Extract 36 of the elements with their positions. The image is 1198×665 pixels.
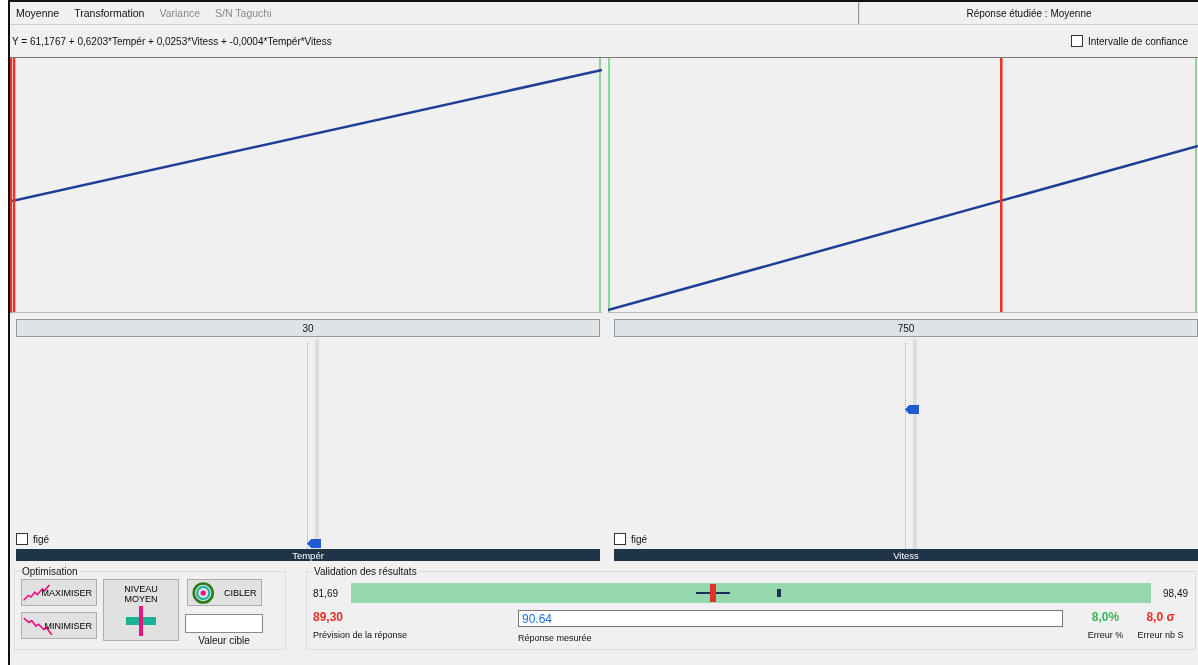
plus-icon xyxy=(126,606,156,636)
checkbox-label: figé xyxy=(33,533,50,545)
error-percent-label: Erreur % xyxy=(1087,630,1124,640)
prediction-value: 89,30 xyxy=(313,610,345,624)
field-label: Valeur cible xyxy=(198,635,250,646)
minimise-button[interactable]: MINIMISER xyxy=(21,612,97,639)
error-percent-value: 8,0% xyxy=(1091,610,1120,624)
group-title: Optimisation xyxy=(21,566,79,577)
measured-field[interactable]: 90.64 xyxy=(518,610,1063,627)
group-title: Validation des résultats xyxy=(313,566,418,577)
factor-value: 30 xyxy=(16,319,600,337)
prediction-label: Prévision de la réponse xyxy=(313,630,409,640)
checkbox-label: Intervalle de confiance xyxy=(1087,35,1188,47)
average-level-button[interactable]: NIVEAU MOYEN xyxy=(103,579,179,641)
equation-text: Y = 61,1767 + 0,6203*Tempér + 0,0253*Vitess + -0,0004*Tempér*Vitess xyxy=(12,35,332,47)
factor-slider[interactable] xyxy=(305,339,323,549)
response-label: Réponse étudiée : Moyenne xyxy=(966,7,1092,19)
menu-item[interactable]: Moyenne xyxy=(16,7,60,19)
checkbox[interactable] xyxy=(16,533,28,545)
error-sigma-value: 8,0 σ xyxy=(1146,610,1175,624)
range-min: 81,69 xyxy=(313,587,339,599)
factor-name: Vitess xyxy=(614,549,1198,561)
checkbox[interactable] xyxy=(1070,35,1083,47)
maximise-button[interactable]: MAXIMISER xyxy=(21,579,97,606)
menu-item[interactable]: Transformation xyxy=(74,7,145,19)
target-icon xyxy=(191,579,214,606)
target-button[interactable]: CIBLER xyxy=(186,579,262,606)
measured-label: Réponse mesurée xyxy=(518,633,593,643)
factor-value: 750 xyxy=(614,319,1198,337)
checkbox-label: figé xyxy=(631,533,648,545)
range-max: 98,49 xyxy=(1163,587,1189,599)
target-value-field[interactable] xyxy=(185,614,263,633)
factor-name: Tempér xyxy=(16,549,600,561)
factor-slider[interactable] xyxy=(903,339,921,549)
checkbox[interactable] xyxy=(614,533,626,545)
error-sigma-label: Erreur nb S xyxy=(1137,630,1184,640)
